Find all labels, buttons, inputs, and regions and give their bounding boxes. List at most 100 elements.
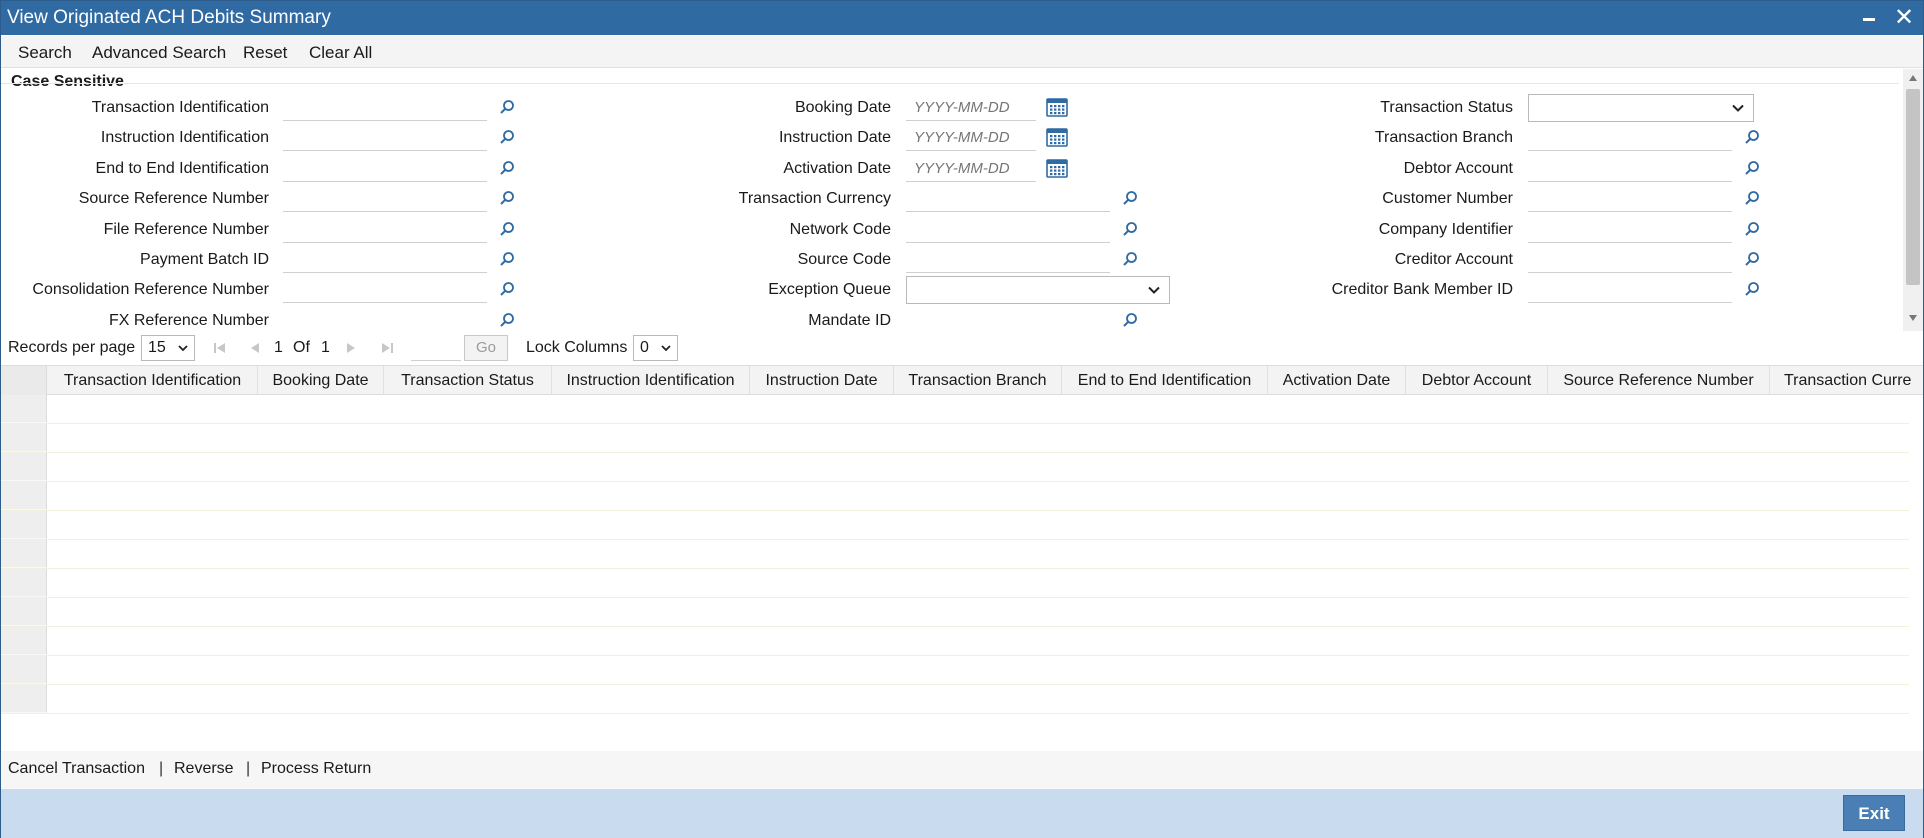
table-row[interactable] (1, 424, 1909, 453)
column-header-instruction-identification[interactable]: Instruction Identification (552, 366, 750, 395)
criteria-scrollbar[interactable] (1903, 69, 1923, 331)
previous-page-icon[interactable] (247, 340, 263, 356)
search-icon[interactable] (1122, 190, 1138, 206)
creditor-bank-member-id-input[interactable] (1528, 277, 1732, 304)
table-row[interactable] (1, 627, 1909, 656)
clear-all-button[interactable]: Clear All (309, 43, 372, 63)
scroll-up-icon[interactable] (1909, 75, 1917, 81)
table-row[interactable] (1, 511, 1909, 540)
search-icon[interactable] (499, 281, 515, 297)
search-icon[interactable] (1744, 190, 1760, 206)
transaction-currency-input[interactable] (906, 186, 1110, 213)
row-selector[interactable] (1, 569, 47, 597)
mandate-id-input[interactable] (906, 307, 1110, 331)
end-to-end-identification-input[interactable] (283, 155, 487, 182)
table-row[interactable] (1, 685, 1909, 714)
next-page-icon[interactable] (343, 340, 359, 356)
column-header-activation-date[interactable]: Activation Date (1268, 366, 1406, 395)
search-icon[interactable] (1122, 221, 1138, 237)
company-identifier-input[interactable] (1528, 216, 1732, 243)
search-icon[interactable] (499, 221, 515, 237)
search-icon[interactable] (1122, 251, 1138, 267)
activation-date-input[interactable] (906, 155, 1036, 182)
go-button[interactable]: Go (464, 335, 508, 361)
scroll-thumb[interactable] (1906, 89, 1920, 285)
search-icon[interactable] (499, 251, 515, 267)
search-icon[interactable] (499, 190, 515, 206)
table-row[interactable] (1, 395, 1909, 424)
row-selector[interactable] (1, 511, 47, 539)
search-icon[interactable] (499, 312, 515, 328)
search-icon[interactable] (499, 99, 515, 115)
booking-date-input[interactable] (906, 95, 1036, 121)
transaction-status-select[interactable] (1528, 94, 1754, 122)
column-header-transaction-branch[interactable]: Transaction Branch (894, 366, 1062, 395)
row-selector[interactable] (1, 482, 47, 510)
go-to-page-input[interactable] (411, 337, 461, 361)
column-header-booking-date[interactable]: Booking Date (258, 366, 384, 395)
search-icon[interactable] (1744, 251, 1760, 267)
transaction-branch-input[interactable] (1528, 125, 1732, 152)
payment-batch-id-input[interactable] (283, 247, 487, 273)
minimize-icon[interactable] (1854, 3, 1884, 33)
table-row[interactable] (1, 656, 1909, 685)
row-selector[interactable] (1, 540, 47, 568)
table-row[interactable] (1, 453, 1909, 482)
instruction-date-input[interactable] (906, 125, 1036, 152)
calendar-icon[interactable] (1046, 157, 1068, 179)
column-header-transaction-identification[interactable]: Transaction Identification (48, 366, 258, 395)
search-icon[interactable] (499, 160, 515, 176)
source-code-input[interactable] (906, 247, 1110, 273)
column-header-end-to-end-identification[interactable]: End to End Identification (1062, 366, 1268, 395)
row-selector[interactable] (1, 395, 47, 423)
exit-button[interactable]: Exit (1843, 795, 1905, 831)
select-all-cell[interactable] (1, 366, 47, 395)
process-return-link[interactable]: Process Return (261, 760, 371, 778)
instruction-identification-input[interactable] (283, 125, 487, 152)
row-selector[interactable] (1, 424, 47, 452)
transaction-identification-input[interactable] (283, 95, 487, 121)
exception-queue-select[interactable] (906, 276, 1170, 305)
column-header-debtor-account[interactable]: Debtor Account (1406, 366, 1548, 395)
search-icon[interactable] (1122, 312, 1138, 328)
search-icon[interactable] (1744, 160, 1760, 176)
column-header-transaction-curre[interactable]: Transaction Curre (1770, 366, 1923, 395)
source-reference-number-input[interactable] (283, 186, 487, 213)
table-row[interactable] (1, 482, 1909, 511)
column-header-transaction-status[interactable]: Transaction Status (384, 366, 552, 395)
first-page-icon[interactable] (212, 340, 228, 356)
table-row[interactable] (1, 540, 1909, 569)
row-selector[interactable] (1, 453, 47, 481)
fx-reference-number-input[interactable] (283, 307, 487, 331)
row-selector[interactable] (1, 656, 47, 684)
lock-columns-select[interactable]: 0 (633, 335, 678, 361)
cancel-transaction-link[interactable]: Cancel Transaction (8, 760, 145, 778)
reset-button[interactable]: Reset (243, 43, 287, 63)
file-reference-number-input[interactable] (283, 216, 487, 243)
search-icon[interactable] (1744, 129, 1760, 145)
table-row[interactable] (1, 569, 1909, 598)
row-selector[interactable] (1, 598, 47, 626)
table-row[interactable] (1, 598, 1909, 627)
debtor-account-input[interactable] (1528, 155, 1732, 182)
search-button[interactable]: Search (18, 43, 72, 63)
customer-number-input[interactable] (1528, 186, 1732, 213)
network-code-input[interactable] (906, 216, 1110, 243)
row-selector[interactable] (1, 627, 47, 655)
column-header-instruction-date[interactable]: Instruction Date (750, 366, 894, 395)
calendar-icon[interactable] (1046, 96, 1068, 118)
reverse-link[interactable]: Reverse (174, 760, 234, 778)
last-page-icon[interactable] (379, 340, 395, 356)
search-icon[interactable] (1744, 221, 1760, 237)
creditor-account-input[interactable] (1528, 247, 1732, 273)
search-icon[interactable] (499, 129, 515, 145)
calendar-icon[interactable] (1046, 126, 1068, 148)
search-icon[interactable] (1744, 281, 1760, 297)
column-header-source-reference-number[interactable]: Source Reference Number (1548, 366, 1770, 395)
advanced-search-button[interactable]: Advanced Search (92, 43, 226, 63)
consolidation-reference-number-input[interactable] (283, 277, 487, 304)
close-icon[interactable]: ✕ (1889, 3, 1919, 33)
records-per-page-select[interactable]: 15 (141, 335, 195, 361)
scroll-down-icon[interactable] (1909, 315, 1917, 321)
row-selector[interactable] (1, 685, 47, 713)
